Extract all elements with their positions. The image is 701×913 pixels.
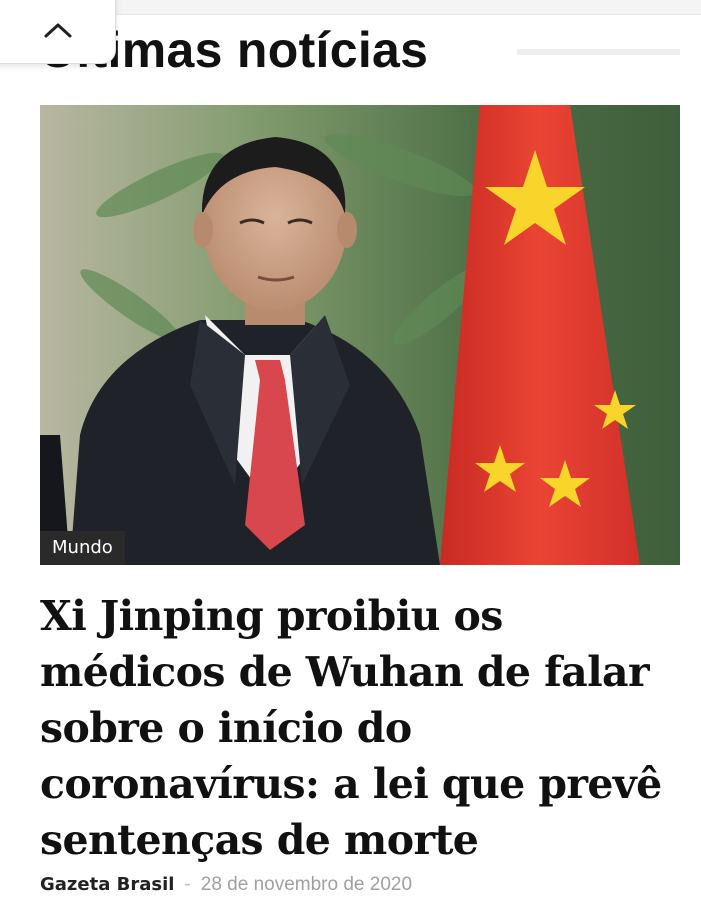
meta-separator: - [184,874,191,895]
category-badge[interactable]: Mundo [40,531,125,565]
photo-icon [40,105,680,565]
article-date: 28 de novembro de 2020 [200,874,413,895]
section-divider [517,49,680,55]
top-bar [114,0,701,15]
article-author[interactable]: Gazeta Brasil [40,874,174,895]
chevron-up-icon [44,23,72,38]
collapse-button[interactable] [0,0,116,64]
article-headline[interactable]: Xi Jinping proibiu os médicos de Wuhan d… [40,588,690,868]
article-image[interactable] [40,105,680,565]
news-page: Últimas notícias Mundo Xi Jinping proibi… [0,0,701,913]
article-meta: Gazeta Brasil -28 de novembro de 2020 [40,872,412,898]
